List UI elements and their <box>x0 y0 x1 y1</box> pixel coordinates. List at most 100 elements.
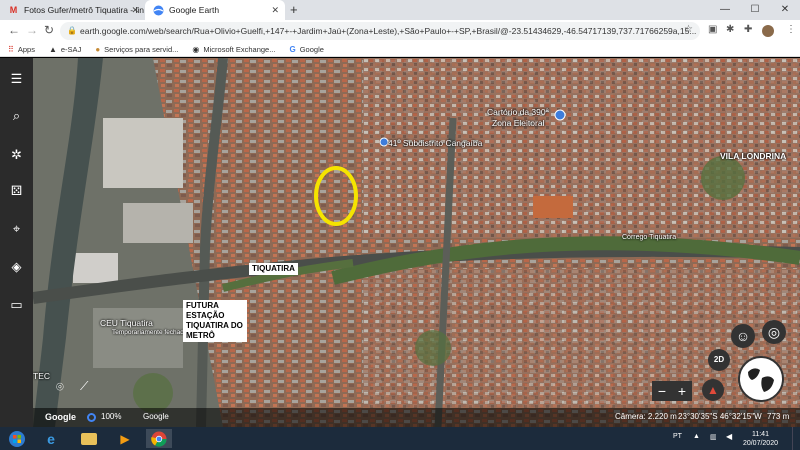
bookmark-label: Serviços para servid... <box>104 44 179 54</box>
annotation-line: ESTAÇÃO <box>186 311 225 320</box>
globe-icon[interactable] <box>738 356 784 402</box>
exchange-icon: ◉ <box>192 44 200 54</box>
extension-icon[interactable]: ✱ <box>726 24 734 35</box>
tray-arrow-icon[interactable]: ▲ <box>693 433 700 440</box>
feeling-lucky-icon[interactable]: ⚄ <box>6 180 27 201</box>
map-label-corrego[interactable]: Córrego Tiquatira <box>622 234 676 241</box>
lock-icon[interactable]: 🔒 <box>67 26 77 35</box>
close-tab-icon[interactable]: ✕ <box>131 5 139 16</box>
search-icon[interactable]: ⌕ <box>6 105 27 126</box>
google-brand: Google <box>45 412 76 422</box>
tab-google-earth[interactable]: Google Earth ✕ <box>145 0 285 20</box>
map-label-cartorio[interactable]: Cartório da 390ª <box>487 107 549 117</box>
address-bar[interactable]: earth.google.com/web/search/Rua+Olivio+G… <box>60 22 700 40</box>
window-close-icon[interactable]: ✕ <box>770 0 800 20</box>
voyager-icon[interactable]: ✲ <box>6 144 27 165</box>
bookmarks-bar: ⠿ Apps ▲ e-SAJ ● Serviços para servid...… <box>0 42 800 57</box>
window-controls: — ☐ ✕ <box>710 0 800 20</box>
coordinates: 23°30'35"S 46°32'15"W <box>678 412 762 421</box>
view-mode-2d-button[interactable]: 2D <box>708 349 730 371</box>
new-tab-icon[interactable]: + <box>290 2 298 17</box>
bookmark-label: Microsoft Exchange... <box>203 44 276 54</box>
tab-strip: M Fotos Gufer/metrô Tiquatira - lin ✕ Go… <box>0 0 800 20</box>
zoom-in-button[interactable]: + <box>672 381 692 401</box>
maximize-icon[interactable]: ☐ <box>740 0 770 20</box>
map-label-subdistrito[interactable]: 41º Subdistrito Cangaíba <box>388 138 482 148</box>
loading-indicator-icon <box>87 413 96 422</box>
compass-icon[interactable]: ▲ <box>702 379 724 401</box>
volume-icon[interactable]: ◀ <box>726 432 732 441</box>
ground-altitude: 773 m <box>767 412 790 421</box>
zoom-percent: 100% <box>101 412 122 421</box>
projects-icon[interactable]: ⌖ <box>6 218 27 239</box>
place-pin-icon <box>554 109 566 121</box>
bookmark-exchange[interactable]: ◉ Microsoft Exchange... <box>192 45 275 54</box>
extension-icon[interactable]: ▣ <box>708 24 717 35</box>
close-tab-icon[interactable]: ✕ <box>271 5 279 16</box>
internet-explorer-icon[interactable]: e <box>38 429 64 448</box>
annotation-tiquatira: TIQUATIRA <box>249 263 298 275</box>
zoom-out-button[interactable]: − <box>652 381 672 401</box>
folder-icon: ● <box>95 44 101 54</box>
google-icon: G <box>289 44 296 54</box>
satellite-map[interactable] <box>33 58 800 427</box>
bookmark-star-icon[interactable]: ☆ <box>684 24 693 35</box>
map-label-ceu-status: Temporariamente fechado <box>112 329 188 336</box>
tab-fotos[interactable]: M Fotos Gufer/metrô Tiquatira - lin ✕ <box>0 0 145 20</box>
bookmark-label: e-SAJ <box>60 44 82 54</box>
bookmark-servicos[interactable]: ● Serviços para servid... <box>95 45 178 54</box>
annotation-line: METRÔ <box>186 331 215 340</box>
annotation-futura-estacao: FUTURA ESTAÇÃO TIQUATIRA DO METRÔ <box>183 300 247 342</box>
reload-icon[interactable]: ↻ <box>44 23 54 37</box>
clock-date: 20/07/2020 <box>742 440 778 447</box>
bookmark-esaj[interactable]: ▲ e-SAJ <box>49 45 81 54</box>
menu-kebab-icon[interactable]: ⋮ <box>786 24 796 35</box>
place-marker-tool-icon[interactable]: ⌾ <box>56 379 64 395</box>
minimize-icon[interactable]: — <box>710 0 740 20</box>
puzzle-icon[interactable]: ✚ <box>744 24 752 35</box>
my-location-icon[interactable]: ◎ <box>762 320 786 344</box>
pegman-icon[interactable]: ☺ <box>731 324 755 348</box>
map-label-tec: TEC <box>33 371 50 381</box>
clock-time: 11:41 <box>751 431 769 438</box>
windows-logo-icon <box>9 430 25 447</box>
browser-toolbar: ← → ↻ earth.google.com/web/search/Rua+Ol… <box>0 20 800 42</box>
google-earth-view: ☰ ⌕ ✲ ⚄ ⌖ ◈ ▭ Cartório da 390ª Zona Elei… <box>0 58 800 427</box>
measure-icon[interactable]: ▭ <box>6 294 27 315</box>
place-pin-icon <box>379 137 389 147</box>
network-icon[interactable]: ▥ <box>710 433 717 441</box>
path-tool-icon[interactable]: ⟋ <box>80 379 88 394</box>
windows-taskbar: e ▶ PT ▲ ▥ ◀ 11:41 20/07/2020 <box>0 427 800 450</box>
attribution[interactable]: Google <box>143 412 169 421</box>
gmail-icon: M <box>9 5 18 15</box>
map-style-icon[interactable]: ◈ <box>6 256 27 277</box>
earth-left-rail: ☰ ⌕ ✲ ⚄ ⌖ ◈ ▭ <box>0 58 33 427</box>
bookmark-apps[interactable]: ⠿ Apps <box>8 45 35 54</box>
tab-title: Fotos Gufer/metrô Tiquatira - lin <box>24 5 144 15</box>
forward-icon[interactable]: → <box>26 23 38 37</box>
map-label-ceu[interactable]: CEU Tiquatira <box>100 318 153 328</box>
bookmark-label: Google <box>299 44 324 54</box>
back-icon[interactable]: ← <box>8 23 20 37</box>
bookmark-label: Apps <box>17 44 35 54</box>
menu-icon[interactable]: ☰ <box>6 68 27 89</box>
system-clock[interactable]: 11:41 20/07/2020 <box>743 430 778 448</box>
map-label-vila-londrina[interactable]: VILA LONDRINA <box>720 151 786 161</box>
google-earth-icon <box>153 5 164 16</box>
earth-status-bar: Google 100% Google Câmera: 2.220 m 23°30… <box>33 408 800 427</box>
bookmark-google[interactable]: G Google <box>289 45 323 54</box>
annotation-line: TIQUATIRA DO <box>186 321 243 330</box>
map-label-zona[interactable]: Zona Eleitoral <box>492 118 544 128</box>
avatar[interactable] <box>762 25 774 37</box>
file-explorer-icon[interactable] <box>76 429 102 448</box>
show-desktop-button[interactable] <box>792 427 800 450</box>
media-player-icon[interactable]: ▶ <box>112 429 138 448</box>
url-text: earth.google.com/web/search/Rua+Olivio+G… <box>80 26 697 36</box>
tab-title: Google Earth <box>169 5 220 15</box>
chrome-taskbar-icon[interactable] <box>146 429 172 448</box>
start-button[interactable] <box>4 429 30 448</box>
camera-altitude: Câmera: 2.220 m <box>615 412 677 421</box>
annotation-line: FUTURA <box>186 301 219 310</box>
apps-grid-icon: ⠿ <box>8 44 14 54</box>
language-indicator[interactable]: PT <box>673 433 682 440</box>
